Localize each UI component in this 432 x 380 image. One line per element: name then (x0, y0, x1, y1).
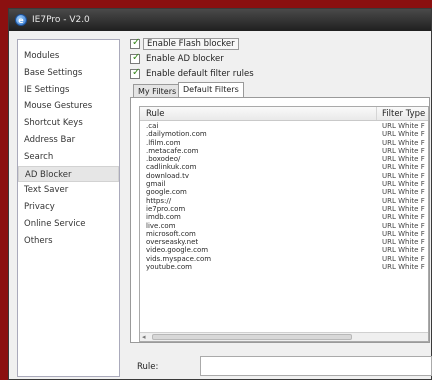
default-filters-panel: Rule Filter Type .cai URL White F .dailymo… (130, 97, 430, 343)
filter-type-cell: URL White F (382, 155, 425, 164)
rule-cell: video.google.com (146, 246, 209, 255)
ie7pro-logo-icon: e (15, 14, 27, 26)
rule-cell: https:// (146, 196, 172, 205)
filter-type-cell: URL White F (382, 263, 425, 272)
filter-type-cell: URL White F (382, 204, 425, 213)
table-row[interactable]: .boxodeo/URL White F (140, 155, 428, 163)
column-header-rule[interactable]: Rule (140, 107, 377, 120)
table-row[interactable]: .metacafe.com URL White F (140, 147, 428, 155)
filter-type-cell: URL White F (382, 122, 425, 130)
sidebar-item-mouse-gestures[interactable]: Mouse Gestures (18, 98, 119, 115)
rule-cell: ie7pro.com (146, 204, 186, 213)
sidebar-item-others[interactable]: Others (18, 233, 119, 250)
sidebar-item-privacy[interactable]: Privacy (18, 199, 119, 216)
flash-blocker-checkbox[interactable]: ✓ (130, 36, 141, 49)
table-row[interactable]: download.tv URL White F (140, 172, 428, 180)
rule-cell: .boxodeo/ (146, 155, 181, 164)
table-row[interactable]: .cai URL White F (140, 122, 428, 130)
checkmark-icon: ✓ (132, 66, 141, 78)
table-row[interactable]: https:// URL White F (140, 197, 428, 205)
checkmark-icon: ✓ (132, 36, 141, 48)
rule-cell: google.com (146, 188, 187, 197)
table-row[interactable]: .lfilm.com URL White F (140, 139, 428, 147)
checkmark-icon: ✓ (132, 51, 141, 63)
filter-type-cell: URL White F (382, 221, 425, 230)
filter-type-cell: URL White F (382, 213, 425, 222)
sidebar-item-shortcut-keys[interactable]: Shortcut Keys (18, 115, 119, 132)
filter-type-cell: URL White F (382, 254, 425, 263)
sidebar-item-address-bar[interactable]: Address Bar (18, 132, 119, 149)
rule-cell: microsoft.com (146, 229, 196, 238)
default-filter-checkbox[interactable]: ✓ (130, 66, 141, 79)
filter-type-cell: URL White F (382, 146, 425, 155)
rule-cell: overseasky.net (146, 238, 199, 247)
rule-cell: live.com (146, 221, 176, 230)
ad-blocker-option[interactable]: ✓ Enable AD blocker (130, 52, 227, 65)
rule-cell: .metacafe.com (146, 146, 199, 155)
rule-cell: download.tv (146, 171, 189, 180)
table-row[interactable]: vids.myspace.com URL White F (140, 255, 428, 263)
scroll-left-icon[interactable]: ◂ (142, 333, 146, 341)
table-row[interactable]: youtube.com URL White F (140, 263, 428, 271)
flash-blocker-option[interactable]: ✓ Enable Flash blocker (130, 37, 239, 50)
flash-blocker-label: Enable Flash blocker (143, 37, 239, 50)
filter-type-cell: URL White F (382, 180, 425, 189)
category-sidebar: Modules Base Settings IE Settings Mouse Ges… (17, 39, 120, 377)
ad-blocker-checkbox[interactable]: ✓ (130, 51, 141, 64)
table-row[interactable]: imdb.com URL White F (140, 213, 428, 221)
filter-type-cell: URL White F (382, 163, 425, 172)
filter-list[interactable]: Rule Filter Type .cai URL White F .dailymo… (139, 106, 429, 342)
rule-cell: .cai (146, 122, 159, 130)
filter-type-cell: URL White F (382, 188, 425, 197)
rule-cell: imdb.com (146, 213, 181, 222)
sidebar-item-ie-settings[interactable]: IE Settings (18, 82, 119, 99)
list-header: Rule Filter Type (140, 107, 428, 121)
rule-cell: gmail (146, 180, 166, 189)
rule-input[interactable] (200, 356, 432, 376)
sidebar-item-modules[interactable]: Modules (18, 48, 119, 65)
table-row[interactable]: video.google.com URL White F (140, 246, 428, 254)
horizontal-scrollbar[interactable]: ◂ (140, 332, 428, 341)
table-row[interactable]: live.com URL White F (140, 222, 428, 230)
sidebar-item-base-settings[interactable]: Base Settings (18, 65, 119, 82)
rule-cell: .lfilm.com (146, 138, 181, 147)
default-filter-option[interactable]: ✓ Enable default filter rules (130, 67, 257, 80)
filter-type-cell: URL White F (382, 130, 425, 139)
tab-default-filters[interactable]: Default Filters (178, 82, 244, 97)
tab-my-filters[interactable]: My Filters (133, 84, 182, 98)
sidebar-item-text-saver[interactable]: Text Saver (18, 182, 119, 199)
scrollbar-thumb[interactable] (152, 334, 352, 340)
list-rows: .cai URL White F .dailymotion.com URL White… (140, 122, 428, 271)
sidebar-item-online-service[interactable]: Online Service (18, 216, 119, 233)
window-title: IE7Pro - V2.0 (32, 15, 90, 25)
default-filter-label: Enable default filter rules (146, 68, 254, 79)
sidebar-item-ad-blocker[interactable]: AD Blocker (18, 165, 119, 183)
table-row[interactable]: ie7pro.com URL White F (140, 205, 428, 213)
ad-blocker-label: Enable AD blocker (146, 53, 224, 64)
table-row[interactable]: gmail URL White F (140, 180, 428, 188)
filter-type-cell: URL White F (382, 238, 425, 247)
title-bar[interactable]: e IE7Pro - V2.0 (9, 9, 431, 31)
table-row[interactable]: overseasky.net URL White F (140, 238, 428, 246)
table-row[interactable]: .dailymotion.com URL White F (140, 130, 428, 138)
rule-cell: cadlinkuk.com (146, 163, 197, 172)
rule-cell: .dailymotion.com (146, 130, 207, 139)
rule-cell: vids.myspace.com (146, 254, 212, 263)
table-row[interactable]: cadlinkuk.com URL White F (140, 163, 428, 171)
table-row[interactable]: microsoft.com URL White F (140, 230, 428, 238)
filter-type-cell: URL White F (382, 246, 425, 255)
filter-type-cell: URL White F (382, 138, 425, 147)
filter-type-cell: URL White F (382, 196, 425, 205)
filter-type-cell: URL White F (382, 229, 425, 238)
table-row[interactable]: google.com URL White F (140, 188, 428, 196)
rule-cell: youtube.com (146, 263, 192, 272)
filter-type-cell: URL White F (382, 171, 425, 180)
sidebar-item-search[interactable]: Search (18, 149, 119, 166)
column-header-filter-type[interactable]: Filter Type (377, 107, 425, 120)
rule-label: Rule: (137, 362, 159, 372)
